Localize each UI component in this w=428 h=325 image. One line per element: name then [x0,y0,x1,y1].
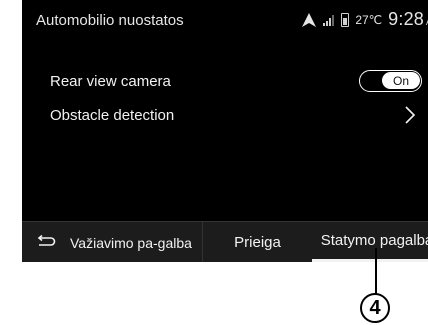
toggle-knob: On [382,72,420,89]
setting-label: Obstacle detection [50,106,175,124]
head-unit-screen: Automobilio nuostatos 27℃ 9:28 AM Rear v… [22,0,428,262]
status-bar: Automobilio nuostatos 27℃ 9:28 AM [22,0,428,36]
clock: 9:28 [388,9,424,29]
setting-obstacle-detection[interactable]: Obstacle detection [50,101,428,129]
rear-camera-toggle[interactable]: On [359,70,422,92]
battery-icon [341,12,350,27]
setting-rear-view-camera[interactable]: Rear view camera On [50,67,428,95]
temperature: 27℃ [355,12,383,27]
back-arrow-icon [37,235,56,246]
chevron-right-icon[interactable] [404,105,416,125]
screen-title: Automobilio nuostatos [36,12,184,29]
bottom-tab-bar: Važiavimo pa-galba Prieiga Statymo pagal… [22,221,428,262]
status-indicators: 27℃ 9:28 AM [301,9,428,30]
callout-line [375,248,377,295]
setting-label: Rear view camera [50,72,171,90]
back-button[interactable] [22,235,70,249]
navigation-icon [302,12,317,27]
tab-driving-assist[interactable]: Važiavimo pa-galba [70,222,202,262]
signal-icon [323,14,335,26]
callout-number: 4 [360,293,390,323]
tab-access[interactable]: Prieiga [202,222,312,262]
tab-parking-assist[interactable]: Statymo pagalba [312,222,428,262]
